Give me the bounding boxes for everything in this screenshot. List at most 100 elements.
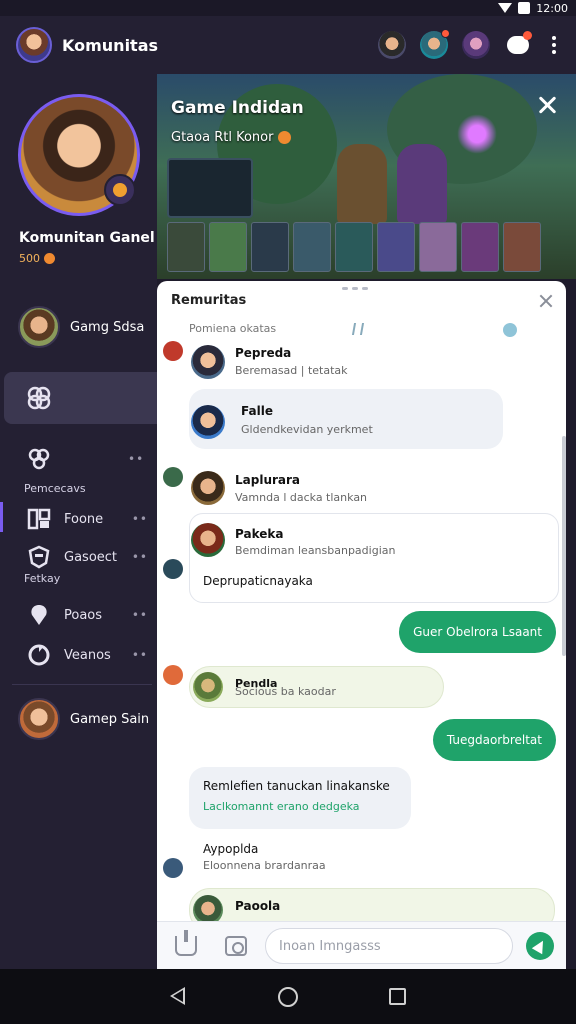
message-text: Socious ba kaodar: [235, 685, 336, 698]
pause-icon[interactable]: [351, 323, 365, 335]
location-icon: [31, 605, 47, 625]
message-sender: Aypoplda: [203, 842, 259, 856]
divider: [12, 684, 152, 685]
message-text: Eloonnena brardanraa: [203, 859, 326, 872]
sidebar-item-3[interactable]: Poaos ••: [26, 602, 148, 628]
more-options-icon[interactable]: [546, 36, 562, 54]
user-avatar: [18, 698, 60, 740]
sidebar-section-label: Fetkay: [24, 572, 61, 585]
thumbnail-strip: [167, 222, 541, 272]
home-icon[interactable]: [278, 987, 298, 1007]
wifi-icon: [498, 3, 513, 13]
thumbnail[interactable]: [251, 222, 289, 272]
friend-avatar-1[interactable]: [378, 31, 406, 59]
message-sender: Paoola: [235, 899, 281, 913]
sidebar-user-bottom[interactable]: Gamep Sain: [18, 698, 149, 740]
level-badge-icon: [104, 174, 136, 206]
banner-subtitle: Gtaoa Rtl Konor: [171, 130, 292, 145]
game-banner[interactable]: Game Indidan Gtaoa Rtl Konor: [157, 74, 576, 279]
message-card: [189, 767, 411, 829]
back-icon[interactable]: [170, 987, 185, 1005]
game-minimap: [167, 158, 253, 218]
message-text: Bemdiman leansbanpadigian: [235, 544, 396, 557]
thumbnail[interactable]: [419, 222, 457, 272]
app-title: Komunitas: [62, 35, 159, 55]
hero-figure: [337, 144, 387, 224]
send-icon: [531, 937, 549, 955]
status-bar: 12:00: [0, 0, 576, 16]
refresh-icon: [28, 644, 50, 666]
sidebar-item-2[interactable]: Gasoect ••: [26, 544, 148, 570]
community-icon: [27, 386, 51, 410]
close-icon[interactable]: [538, 293, 554, 309]
profile-avatar[interactable]: [16, 27, 52, 63]
sender-badge: [163, 665, 183, 685]
library-icon: [27, 508, 51, 530]
more-dots-icon[interactable]: ••: [128, 452, 144, 466]
user-avatar[interactable]: [191, 471, 225, 505]
user-avatar[interactable]: [191, 523, 225, 557]
send-button[interactable]: [526, 932, 554, 960]
message-text: Gldendkevidan yerkmet: [241, 423, 373, 436]
camera-icon[interactable]: [225, 936, 247, 956]
outgoing-message[interactable]: Tuegdaorbreltat: [432, 719, 556, 761]
more-dots-icon[interactable]: ••: [132, 512, 148, 526]
message-sender: Pepreda: [235, 346, 292, 360]
sidebar-item-4[interactable]: Veanos ••: [26, 642, 148, 668]
message-sender: Falle: [241, 404, 273, 418]
chat-subheader: Pomiena okatas: [189, 322, 277, 335]
chat-notification-icon[interactable]: [504, 31, 532, 59]
sender-badge: [163, 858, 183, 878]
thumbnail[interactable]: [461, 222, 499, 272]
thumbnail[interactable]: [209, 222, 247, 272]
app-actions: [378, 29, 562, 59]
message-sender: Remlefien tanuckan linakanske: [203, 779, 390, 793]
chat-title: Remuritas: [171, 293, 247, 308]
chat-panel: Remuritas Pomiena okatas Pepreda Beremas…: [157, 281, 566, 969]
status-time: 12:00: [536, 1, 568, 15]
sidebar-item-selected[interactable]: [4, 372, 157, 424]
scrollbar[interactable]: [562, 436, 566, 656]
close-icon[interactable]: [536, 94, 558, 116]
notification-dot: [441, 29, 450, 38]
attach-icon[interactable]: [175, 930, 197, 956]
more-dots-icon[interactable]: ••: [132, 550, 148, 564]
more-dots-icon[interactable]: ••: [132, 608, 148, 622]
coin-icon: [44, 253, 55, 264]
thumbnail[interactable]: [503, 222, 541, 272]
more-dots-icon[interactable]: ••: [132, 648, 148, 662]
system-nav-bar: [0, 969, 576, 1024]
fire-icon: [278, 131, 292, 144]
drag-handle[interactable]: [342, 287, 368, 290]
recent-apps-icon[interactable]: [389, 988, 406, 1005]
sidebar: Komunitan Ganel 500 Gamg Sdsa •• Pemceca…: [0, 74, 157, 969]
user-avatar[interactable]: [191, 405, 225, 439]
sender-badge: [163, 341, 183, 361]
thumbnail[interactable]: [167, 222, 205, 272]
message-text: Vamnda l dacka tlankan: [235, 491, 368, 504]
refresh-icon[interactable]: [503, 323, 517, 337]
sidebar-user-name: Gamep Sain: [70, 711, 150, 727]
message-text: Deprupaticnayaka: [203, 574, 313, 588]
sidebar-item-1[interactable]: Foone ••: [26, 506, 148, 532]
friend-avatar-3[interactable]: [462, 31, 490, 59]
user-avatar[interactable]: [191, 345, 225, 379]
magic-glow: [457, 114, 497, 154]
sidebar-section-label: Pemcecavs: [24, 482, 86, 495]
notification-dot: [523, 31, 532, 40]
outgoing-message[interactable]: Guer Obelrora Lsaant: [399, 611, 556, 653]
thumbnail[interactable]: [293, 222, 331, 272]
sender-badge: [163, 467, 183, 487]
shield-icon: [28, 545, 50, 569]
status-icons: 12:00: [498, 0, 568, 16]
user-avatar: [18, 306, 60, 348]
thumbnail[interactable]: [377, 222, 415, 272]
message-sender: Laplurara: [235, 473, 301, 487]
sidebar-user-top[interactable]: Gamg Sdsa: [18, 306, 144, 348]
message-input[interactable]: [265, 928, 513, 964]
friend-avatar-2[interactable]: [420, 29, 450, 59]
banner-title: Game Indidan: [171, 98, 304, 118]
thumbnail[interactable]: [335, 222, 373, 272]
groups-icon[interactable]: [26, 446, 52, 472]
sidebar-user-name: Gamg Sdsa: [70, 319, 145, 335]
